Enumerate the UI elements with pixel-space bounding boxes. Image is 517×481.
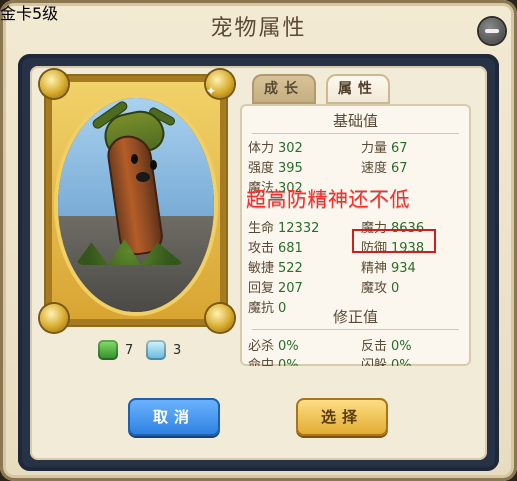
stat-item: 回复 207: [248, 281, 303, 296]
close-button[interactable]: [479, 18, 505, 44]
modifier-values-header: 修正值: [332, 308, 378, 326]
stat-item: 强度 395: [248, 161, 303, 176]
card-corner-ornament: [206, 304, 234, 332]
pet-attributes-window: 宠物属性 金卡5级 ✦ 7 3 成长 属性 基础值 体力 302 力量 67 强度 3…: [0, 0, 517, 481]
green-gem-count: 7: [125, 343, 134, 358]
stat-item: 必杀 0%: [248, 339, 299, 354]
card-corner-ornament: [40, 304, 68, 332]
stat-item: 魔攻 0: [361, 281, 400, 296]
stat-item: 反击 0%: [361, 339, 412, 354]
divider: [252, 329, 459, 330]
stat-item: 攻击 681: [248, 241, 303, 256]
basic-values-header: 基础值: [332, 112, 378, 130]
tree-monster-eye: [131, 154, 138, 164]
stat-item: 敏捷 522: [248, 261, 303, 276]
blue-gem-count: 3: [173, 343, 182, 358]
cancel-button[interactable]: 取消: [128, 398, 220, 436]
stat-item: 闪躲 0%: [361, 358, 412, 366]
blue-gem-icon: [146, 340, 166, 360]
green-gem-icon: [98, 340, 118, 360]
stat-item: 力量 67: [361, 141, 408, 156]
stat-item: 命中 0%: [248, 358, 299, 366]
stat-item: 速度 67: [361, 161, 408, 176]
select-button[interactable]: 选择: [296, 398, 388, 436]
stat-item: 体力 302: [248, 141, 303, 156]
sparkle-icon: ✦: [206, 84, 217, 98]
minus-icon: [485, 29, 499, 33]
tab-attributes[interactable]: 属性: [326, 74, 390, 104]
tree-monster-eye: [150, 160, 157, 170]
tab-growth[interactable]: 成长: [252, 74, 316, 104]
highlight-box: [352, 229, 436, 253]
divider: [252, 133, 459, 134]
stat-item: 生命 12332: [248, 221, 320, 236]
tree-monster-mouth: [136, 172, 150, 182]
annotation-text: 超高防精神还不低: [246, 187, 410, 211]
card-corner-ornament: [40, 70, 68, 98]
stat-spirit: 精神 934: [361, 261, 416, 276]
window-title: 宠物属性: [210, 16, 307, 41]
